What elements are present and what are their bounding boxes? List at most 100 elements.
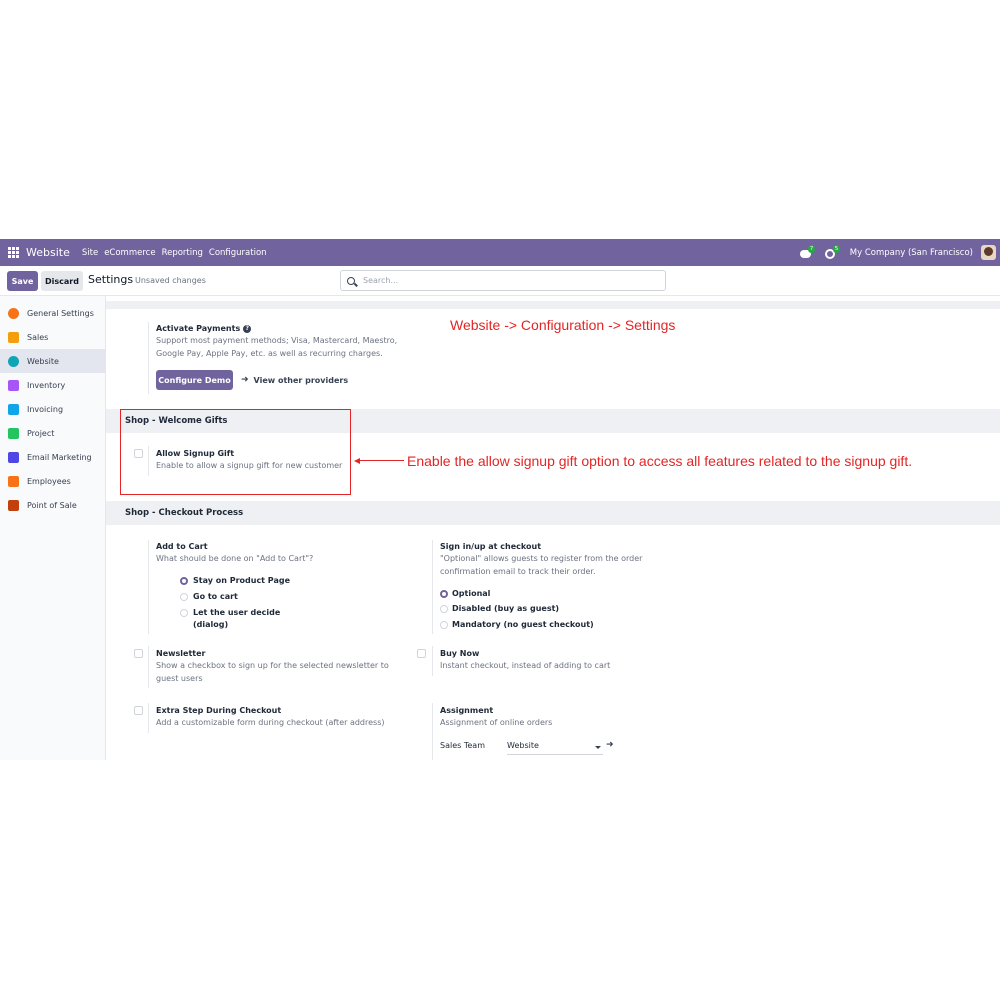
radio-stay-on-product-page[interactable] [180, 577, 188, 585]
setting-buy-now: Buy Now Instant checkout, instead of add… [440, 649, 740, 673]
link-label: View other providers [253, 375, 349, 385]
setting-activate-payments: Activate Payments? Support most payment … [156, 324, 456, 360]
systray: 7 5 My Company (San Francisco) [799, 239, 1000, 266]
extra-step-checkbox[interactable] [134, 706, 143, 715]
app-grid-icon[interactable] [8, 247, 19, 258]
radio-disabled[interactable] [440, 605, 448, 613]
setting-divider [148, 322, 149, 394]
radio-label: Mandatory (no guest checkout) [452, 620, 594, 629]
view-other-providers-link[interactable]: ➜ View other providers [241, 375, 348, 385]
sidebar-item-email-marketing[interactable]: Email Marketing [0, 445, 105, 469]
sales-team-internal-link[interactable]: ➜ [606, 740, 619, 750]
menu-item-site[interactable]: Site [82, 248, 98, 258]
setting-description: Instant checkout, instead of adding to c… [440, 661, 611, 670]
help-icon[interactable]: ? [243, 324, 252, 333]
description-line: Google Pay, Apple Pay, etc. as well as r… [156, 348, 383, 358]
setting-title: Add to Cart [156, 542, 208, 551]
setting-description: Support most payment methods; Visa, Mast… [156, 335, 456, 360]
setting-assignment: Assignment Assignment of online orders [440, 706, 740, 730]
radio-label: Stay on Product Page [193, 576, 290, 585]
setting-divider [148, 646, 149, 688]
activities-button[interactable]: 5 [824, 244, 841, 260]
menu-item-reporting[interactable]: Reporting [162, 248, 203, 258]
buy-now-checkbox[interactable] [417, 649, 426, 658]
sidebar-item-sales[interactable]: Sales [0, 325, 105, 349]
setting-add-to-cart: Add to Cart What should be done on "Add … [156, 542, 456, 566]
top-navbar: Website Site eCommerce Reporting Configu… [0, 239, 1000, 266]
search-input[interactable] [363, 276, 643, 285]
sidebar-item-label: General Settings [27, 308, 94, 318]
setting-divider [432, 540, 433, 634]
website-icon [8, 355, 19, 367]
sidebar-item-invoicing[interactable]: Invoicing [0, 397, 105, 421]
radio-label: Let the user decide [193, 608, 281, 617]
description-line: confirmation email to track their order. [440, 566, 596, 576]
sidebar-item-point-of-sale[interactable]: Point of Sale [0, 493, 105, 517]
setting-newsletter: Newsletter Show a checkbox to sign up fo… [156, 649, 426, 685]
description-line: "Optional" allows guests to register fro… [440, 554, 643, 563]
setting-description: "Optional" allows guests to register fro… [440, 553, 740, 578]
annotation-highlight-box [120, 409, 351, 495]
setting-divider [148, 703, 149, 733]
annotation-callout: Enable the allow signup gift option to a… [407, 453, 913, 469]
search-box [340, 270, 666, 291]
employees-icon [8, 475, 19, 487]
description-line: Support most payment methods; Visa, Mast… [156, 336, 398, 345]
sidebar-item-inventory[interactable]: Inventory [0, 373, 105, 397]
search-icon [347, 276, 355, 285]
sales-team-value: Website [507, 741, 539, 750]
setting-extra-step: Extra Step During Checkout Add a customi… [156, 706, 426, 730]
sidebar-item-label: Website [27, 356, 59, 366]
message-count-badge: 7 [807, 244, 816, 253]
control-panel: Save Discard Settings Unsaved changes [0, 266, 1000, 296]
email-marketing-icon [8, 451, 19, 463]
page-title: Settings [88, 273, 134, 286]
sidebar-item-label: Inventory [27, 380, 66, 390]
messaging-button[interactable]: 7 [799, 244, 816, 260]
radio-let-user-decide[interactable] [180, 609, 188, 617]
setting-title: Newsletter [156, 649, 206, 658]
save-button[interactable]: Save [7, 271, 38, 291]
setting-title-text: Activate Payments [156, 324, 241, 333]
settings-sidebar: General Settings Sales Website Inventory… [0, 296, 106, 760]
section-header-checkout-process: Shop - Checkout Process [106, 501, 1000, 525]
radio-optional[interactable] [440, 590, 448, 598]
sidebar-item-employees[interactable]: Employees [0, 469, 105, 493]
sidebar-item-website[interactable]: Website [0, 349, 105, 373]
radio-mandatory[interactable] [440, 621, 448, 629]
sales-icon [8, 331, 19, 343]
radio-label: Disabled (buy as guest) [452, 604, 560, 613]
setting-title: Assignment [440, 706, 494, 715]
discard-button[interactable]: Discard [41, 271, 83, 291]
sidebar-item-general-settings[interactable]: General Settings [0, 301, 105, 325]
sales-team-label: Sales Team [440, 741, 485, 750]
sidebar-item-project[interactable]: Project [0, 421, 105, 445]
caret-down-icon [595, 746, 601, 749]
setting-description: Show a checkbox to sign up for the selec… [156, 660, 426, 685]
arrow-right-icon: ➜ [241, 375, 249, 385]
sidebar-item-label: Employees [27, 476, 71, 486]
radio-label: Go to cart [193, 592, 238, 601]
menu-item-ecommerce[interactable]: eCommerce [104, 248, 155, 258]
arrow-right-icon: ➜ [606, 740, 614, 750]
company-switcher[interactable]: My Company (San Francisco) [850, 248, 973, 258]
radio-go-to-cart[interactable] [180, 593, 188, 601]
setting-title: Activate Payments? [156, 324, 456, 333]
setting-title: Extra Step During Checkout [156, 706, 282, 715]
sales-team-select[interactable]: Website [507, 741, 603, 755]
main-menu: Site eCommerce Reporting Configuration [76, 248, 267, 258]
sidebar-item-label: Project [27, 428, 55, 438]
inventory-icon [8, 379, 19, 391]
setting-divider [432, 703, 433, 760]
app-brand[interactable]: Website [26, 246, 70, 259]
configure-demo-button[interactable]: Configure Demo [156, 370, 233, 390]
sidebar-item-label: Email Marketing [27, 452, 92, 462]
sidebar-item-label: Point of Sale [27, 500, 77, 510]
description-line: Show a checkbox to sign up for the selec… [156, 661, 389, 670]
setting-description: Add a customizable form during checkout … [156, 718, 385, 727]
newsletter-checkbox[interactable] [134, 649, 143, 658]
user-avatar[interactable] [981, 245, 996, 260]
menu-item-configuration[interactable]: Configuration [209, 248, 267, 258]
sidebar-item-label: Sales [27, 332, 49, 342]
activity-count-badge: 5 [832, 244, 841, 253]
